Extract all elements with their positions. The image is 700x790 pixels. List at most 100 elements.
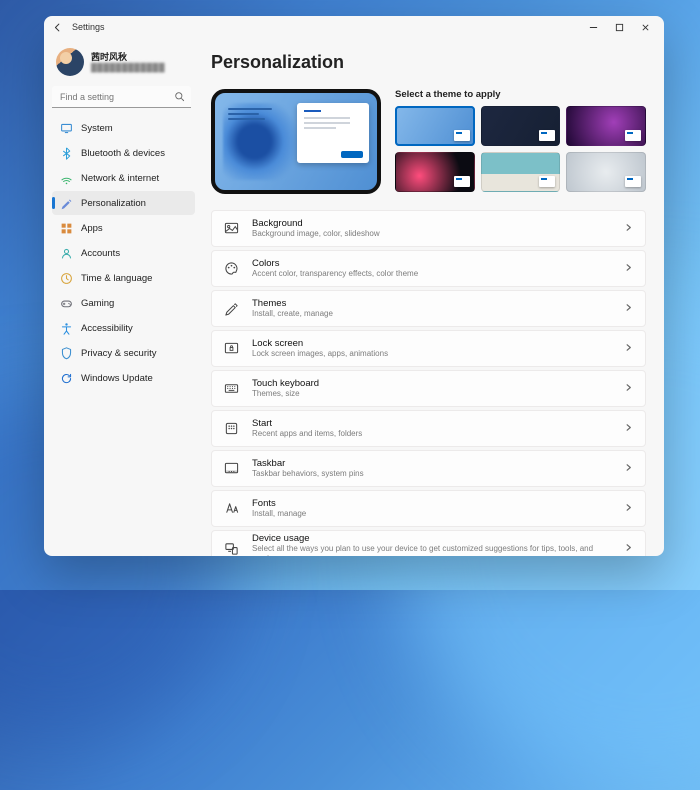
card-subtitle: Select all the ways you plan to use your… <box>252 544 624 556</box>
theme-option-4[interactable] <box>395 152 475 192</box>
card-device-usage[interactable]: Device usageSelect all the ways you plan… <box>211 530 646 556</box>
card-title: Taskbar <box>252 458 624 470</box>
card-taskbar[interactable]: TaskbarTaskbar behaviors, system pins <box>211 450 646 487</box>
card-title: Background <box>252 218 624 230</box>
nav-label: Windows Update <box>81 373 153 384</box>
sidebar: 茜时风秋 ████████████ System Bluetooth & devi… <box>44 38 199 556</box>
sidebar-item-accounts[interactable]: Accounts <box>52 241 195 265</box>
chevron-right-icon <box>624 223 633 235</box>
card-title: Themes <box>252 298 624 310</box>
fonts-icon <box>222 500 240 518</box>
sidebar-item-network-internet[interactable]: Network & internet <box>52 166 195 190</box>
settings-cards: BackgroundBackground image, color, slide… <box>211 210 646 556</box>
chevron-right-icon <box>624 343 633 355</box>
sidebar-item-personalization[interactable]: Personalization <box>52 191 195 215</box>
chevron-right-icon <box>624 463 633 475</box>
card-subtitle: Recent apps and items, folders <box>252 429 624 439</box>
card-title: Colors <box>252 258 624 270</box>
theme-option-1[interactable] <box>395 106 475 146</box>
deviceusage-icon <box>222 540 240 557</box>
profile-email: ████████████ <box>91 63 165 73</box>
card-colors[interactable]: ColorsAccent color, transparency effects… <box>211 250 646 287</box>
profile-name: 茜时风秋 <box>91 52 165 63</box>
chevron-right-icon <box>624 303 633 315</box>
theme-option-3[interactable] <box>566 106 646 146</box>
maximize-button[interactable] <box>606 17 632 37</box>
sidebar-item-time-language[interactable]: Time & language <box>52 266 195 290</box>
card-start[interactable]: StartRecent apps and items, folders <box>211 410 646 447</box>
nav-label: System <box>81 123 113 134</box>
accessibility-icon <box>60 322 73 335</box>
card-themes[interactable]: ThemesInstall, create, manage <box>211 290 646 327</box>
card-subtitle: Background image, color, slideshow <box>252 229 624 239</box>
lockscreen-icon <box>222 340 240 358</box>
nav-label: Accounts <box>81 248 120 259</box>
theme-option-6[interactable] <box>566 152 646 192</box>
card-touch-keyboard[interactable]: Touch keyboardThemes, size <box>211 370 646 407</box>
touchkeyboard-icon <box>222 380 240 398</box>
chevron-right-icon <box>624 423 633 435</box>
card-title: Fonts <box>252 498 624 510</box>
sidebar-item-apps[interactable]: Apps <box>52 216 195 240</box>
card-lock-screen[interactable]: Lock screenLock screen images, apps, ani… <box>211 330 646 367</box>
theme-header: Select a theme to apply <box>395 89 646 100</box>
card-subtitle: Install, manage <box>252 509 624 519</box>
nav-label: Accessibility <box>81 323 133 334</box>
sidebar-item-bluetooth-devices[interactable]: Bluetooth & devices <box>52 141 195 165</box>
settings-window: Settings 茜时风秋 ████████████ System Bluetoo… <box>44 16 664 556</box>
theme-option-5[interactable] <box>481 152 561 192</box>
apps-icon <box>60 222 73 235</box>
card-title: Start <box>252 418 624 430</box>
card-title: Lock screen <box>252 338 624 350</box>
card-fonts[interactable]: FontsInstall, manage <box>211 490 646 527</box>
theme-mini-window <box>539 176 555 187</box>
minimize-button[interactable] <box>580 17 606 37</box>
personalization-icon <box>60 197 73 210</box>
accounts-icon <box>60 247 73 260</box>
nav: System Bluetooth & devices Network & inter… <box>52 116 195 390</box>
nav-label: Network & internet <box>81 173 159 184</box>
taskbar-icon <box>222 460 240 478</box>
time-icon <box>60 272 73 285</box>
start-icon <box>222 420 240 438</box>
chevron-right-icon <box>624 263 633 275</box>
close-button[interactable] <box>632 17 658 37</box>
nav-label: Privacy & security <box>81 348 157 359</box>
network-icon <box>60 172 73 185</box>
sidebar-item-system[interactable]: System <box>52 116 195 140</box>
main: Personalization Select a theme to apply … <box>199 38 664 556</box>
sidebar-item-privacy-security[interactable]: Privacy & security <box>52 341 195 365</box>
themes-icon <box>222 300 240 318</box>
sidebar-item-windows-update[interactable]: Windows Update <box>52 366 195 390</box>
card-subtitle: Accent color, transparency effects, colo… <box>252 269 624 279</box>
app-title: Settings <box>72 22 105 32</box>
theme-mini-window <box>454 176 470 187</box>
page-title: Personalization <box>211 52 646 73</box>
back-button[interactable] <box>50 20 64 34</box>
card-background[interactable]: BackgroundBackground image, color, slide… <box>211 210 646 247</box>
sidebar-item-gaming[interactable]: Gaming <box>52 291 195 315</box>
theme-grid <box>395 106 646 192</box>
search-input[interactable] <box>52 86 191 108</box>
update-icon <box>60 372 73 385</box>
card-title: Touch keyboard <box>252 378 624 390</box>
profile[interactable]: 茜时风秋 ████████████ <box>52 44 195 86</box>
privacy-icon <box>60 347 73 360</box>
sidebar-item-accessibility[interactable]: Accessibility <box>52 316 195 340</box>
theme-mini-window <box>625 130 641 141</box>
desktop-preview <box>211 89 381 194</box>
card-subtitle: Taskbar behaviors, system pins <box>252 469 624 479</box>
theme-mini-window <box>625 176 641 187</box>
theme-option-2[interactable] <box>481 106 561 146</box>
card-title: Device usage <box>252 533 624 545</box>
search <box>52 86 191 108</box>
chevron-right-icon <box>624 383 633 395</box>
chevron-right-icon <box>624 543 633 555</box>
search-icon <box>174 91 185 105</box>
theme-mini-window <box>454 130 470 141</box>
nav-label: Time & language <box>81 273 152 284</box>
nav-label: Personalization <box>81 198 146 209</box>
nav-label: Apps <box>81 223 103 234</box>
card-subtitle: Themes, size <box>252 389 624 399</box>
bluetooth-icon <box>60 147 73 160</box>
